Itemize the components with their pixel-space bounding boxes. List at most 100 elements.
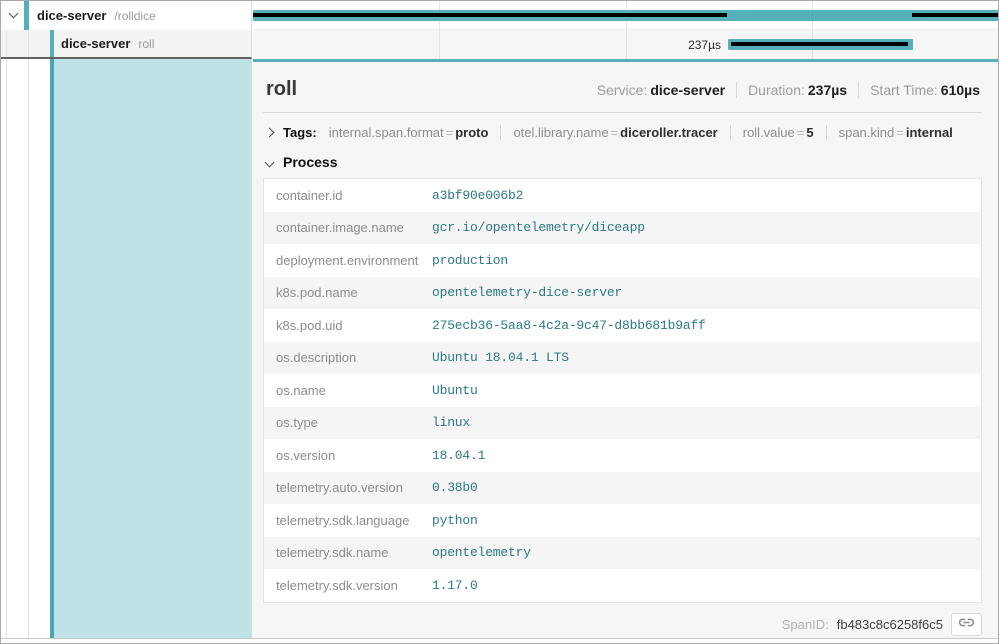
kv-value: 0.38b0 xyxy=(432,480,478,495)
span-id-label: SpanID: xyxy=(782,617,829,632)
kv-value: opentelemetry-dice-server xyxy=(432,285,622,300)
tag-item: span.kind=internal xyxy=(826,125,965,140)
kv-value: 1.17.0 xyxy=(432,578,478,593)
table-row: k8s.pod.uid275ecb36-5aa8-4c2a-9c47-d8bb6… xyxy=(264,309,981,342)
indent-guide xyxy=(6,59,7,638)
span-id-value: fb483c8c6258f6c5 xyxy=(837,617,943,632)
table-row: telemetry.sdk.nameopentelemetry xyxy=(264,537,981,570)
indent-guide xyxy=(28,30,29,57)
span-detail-row: roll Service:dice-server Duration:237µs … xyxy=(1,59,998,638)
table-row: os.typelinux xyxy=(264,407,981,440)
span-detail-left-gutter xyxy=(1,59,252,638)
start-time-value: 610µs xyxy=(941,82,980,98)
service-color-accent xyxy=(50,30,54,57)
selected-span-highlight xyxy=(54,59,252,638)
tag-key: internal.span.format xyxy=(329,125,444,140)
service-name: dice-server xyxy=(61,36,130,51)
kv-value: 18.04.1 xyxy=(432,448,485,463)
timeline-cell-roll[interactable]: 237µs xyxy=(253,30,998,59)
service-name: dice-server xyxy=(37,8,106,23)
critical-path-segment xyxy=(253,13,727,17)
kv-key: telemetry.sdk.name xyxy=(264,545,432,560)
start-time-meta: Start Time:610µs xyxy=(858,82,980,98)
header-divider xyxy=(263,112,982,113)
table-row: telemetry.sdk.languagepython xyxy=(264,504,981,537)
critical-path-segment xyxy=(912,13,998,17)
span-duration-label: 237µs xyxy=(688,30,721,59)
kv-value: 275ecb36-5aa8-4c2a-9c47-d8bb681b9aff xyxy=(432,318,706,333)
tag-value: diceroller.tracer xyxy=(620,125,718,140)
service-color-accent xyxy=(24,1,29,30)
kv-key: os.name xyxy=(264,383,432,398)
tag-value: internal xyxy=(906,125,953,140)
process-key-value-table: container.ida3bf90e006b2 container.image… xyxy=(263,178,982,603)
kv-key: k8s.pod.uid xyxy=(264,318,432,333)
table-row: telemetry.sdk.version1.17.0 xyxy=(264,569,981,602)
span-overview: Service:dice-server Duration:237µs Start… xyxy=(586,82,980,98)
tag-item: internal.span.format=proto xyxy=(329,125,501,140)
grid-line xyxy=(439,30,440,59)
deep-link-button[interactable] xyxy=(951,613,982,636)
kv-value: python xyxy=(432,513,478,528)
tag-value: proto xyxy=(455,125,488,140)
chevron-down-icon[interactable] xyxy=(9,9,19,19)
tags-label: Tags: xyxy=(283,125,317,140)
indent-guide xyxy=(28,59,29,638)
jaeger-trace-view: dice-server /rolldice dice-server roll xyxy=(0,0,999,644)
timeline-cell-rolldice[interactable] xyxy=(253,1,998,30)
span-bar-rolldice[interactable] xyxy=(253,10,998,21)
tag-item: otel.library.name=diceroller.tracer xyxy=(500,125,729,140)
equals-sign: = xyxy=(609,125,621,140)
grid-line xyxy=(626,30,627,59)
table-row: container.image.namegcr.io/opentelemetry… xyxy=(264,212,981,245)
span-detail-header: roll Service:dice-server Duration:237µs … xyxy=(263,74,982,101)
kv-value: linux xyxy=(432,415,470,430)
span-row-rolldice: dice-server /rolldice xyxy=(1,1,998,30)
bottom-divider xyxy=(1,638,998,644)
kv-value: opentelemetry xyxy=(432,545,531,560)
span-detail-panel: roll Service:dice-server Duration:237µs … xyxy=(253,59,998,638)
process-accordion[interactable]: Process xyxy=(263,149,982,175)
kv-key: deployment.environment xyxy=(264,253,432,268)
service-value: dice-server xyxy=(650,82,725,98)
span-title: roll xyxy=(266,78,297,101)
span-name-cell-rolldice[interactable]: dice-server /rolldice xyxy=(1,1,252,30)
span-bar-roll[interactable] xyxy=(728,39,913,50)
kv-key: telemetry.sdk.version xyxy=(264,578,432,593)
kv-value: production xyxy=(432,253,508,268)
duration-meta: Duration:237µs xyxy=(736,82,858,98)
table-row: telemetry.auto.version0.38b0 xyxy=(264,472,981,505)
indent-guide xyxy=(6,30,7,57)
tag-key: roll.value xyxy=(743,125,795,140)
kv-key: os.version xyxy=(264,448,432,463)
tag-key: otel.library.name xyxy=(513,125,608,140)
table-row: k8s.pod.nameopentelemetry-dice-server xyxy=(264,277,981,310)
kv-key: os.description xyxy=(264,350,432,365)
span-detail-footer: SpanID: fb483c8c6258f6c5 xyxy=(263,613,982,636)
kv-key: container.id xyxy=(264,188,432,203)
tags-summary: internal.span.format=proto otel.library.… xyxy=(329,125,965,140)
table-row: os.version18.04.1 xyxy=(264,439,981,472)
kv-key: container.image.name xyxy=(264,220,432,235)
kv-key: os.type xyxy=(264,415,432,430)
chevron-right-icon[interactable] xyxy=(265,127,275,137)
kv-key: telemetry.sdk.language xyxy=(264,513,432,528)
duration-label: Duration: xyxy=(748,82,805,98)
tag-value: 5 xyxy=(806,125,813,140)
span-row-roll: dice-server roll 237µs xyxy=(1,30,998,59)
chevron-down-icon[interactable] xyxy=(265,157,275,167)
kv-value: Ubuntu xyxy=(432,383,478,398)
table-row: os.nameUbuntu xyxy=(264,374,981,407)
operation-name: /rolldice xyxy=(114,9,155,23)
process-label: Process xyxy=(283,154,337,170)
operation-name: roll xyxy=(138,37,154,51)
tags-accordion[interactable]: Tags: internal.span.format=proto otel.li… xyxy=(263,115,982,149)
tag-key: span.kind xyxy=(839,125,895,140)
equals-sign: = xyxy=(444,125,456,140)
duration-value: 237µs xyxy=(808,82,847,98)
critical-path-segment xyxy=(731,42,908,46)
span-name-cell-roll[interactable]: dice-server roll xyxy=(1,30,252,59)
table-row: container.ida3bf90e006b2 xyxy=(264,179,981,212)
kv-key: k8s.pod.name xyxy=(264,285,432,300)
kv-key: telemetry.auto.version xyxy=(264,480,432,495)
